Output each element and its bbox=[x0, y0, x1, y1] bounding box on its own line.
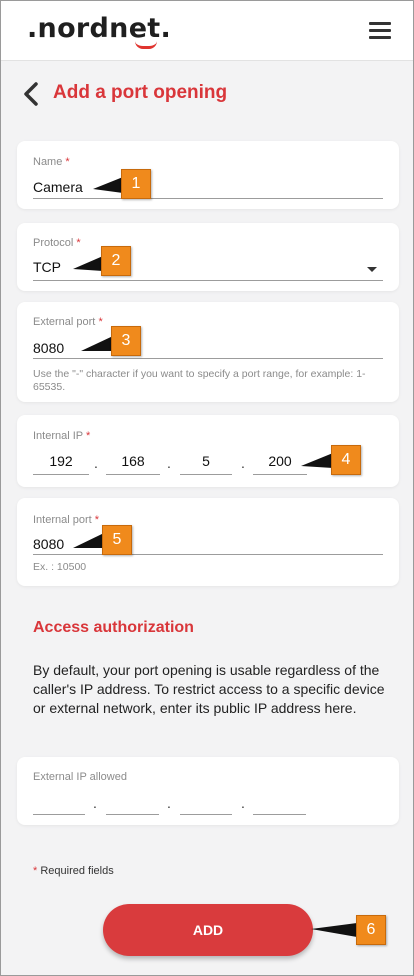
internal-ip-octet-2[interactable]: 168 bbox=[106, 453, 160, 475]
external-ip-octet-3[interactable] bbox=[180, 793, 232, 815]
internal-port-input[interactable]: 8080 bbox=[33, 536, 64, 552]
top-bar: .nordnet. bbox=[1, 1, 413, 61]
external-ip-octet-4[interactable] bbox=[253, 793, 306, 815]
external-port-hint: Use the "-" character if you want to spe… bbox=[33, 368, 366, 393]
internal-ip-octet-3[interactable]: 5 bbox=[180, 453, 232, 475]
caret-down-icon[interactable] bbox=[367, 267, 377, 272]
ip-separator: . bbox=[93, 795, 97, 811]
chevron-left-icon[interactable] bbox=[21, 81, 41, 107]
internal-ip-label: Internal IP * bbox=[33, 430, 91, 442]
page-title: Add a port opening bbox=[53, 82, 228, 103]
nordnet-logo[interactable]: .nordnet. bbox=[27, 13, 171, 49]
callout-badge: 3 bbox=[111, 326, 141, 356]
internal-port-underline bbox=[33, 554, 383, 555]
name-underline bbox=[33, 198, 383, 199]
name-input[interactable]: Camera bbox=[33, 179, 83, 195]
ip-separator: . bbox=[94, 455, 98, 471]
external-ip-card: External IP allowed . . . bbox=[17, 757, 399, 825]
internal-ip-octet-4[interactable]: 200 bbox=[253, 453, 307, 475]
protocol-card: Protocol * TCP bbox=[17, 223, 399, 291]
external-ip-label: External IP allowed bbox=[33, 771, 127, 783]
add-button[interactable]: ADD bbox=[103, 904, 313, 956]
protocol-label: Protocol * bbox=[33, 237, 81, 249]
internal-port-hint: Ex. : 10500 bbox=[33, 561, 87, 573]
name-label: Name * bbox=[33, 156, 70, 168]
name-card: Name * Camera bbox=[17, 141, 399, 209]
protocol-select[interactable]: TCP bbox=[33, 259, 61, 275]
access-authorization-title: Access authorization bbox=[33, 619, 194, 636]
internal-port-card: Internal port * 8080 Ex. : 10500 bbox=[17, 498, 399, 586]
internal-port-label: Internal port * bbox=[33, 514, 100, 526]
callout-badge: 2 bbox=[101, 246, 131, 276]
protocol-underline bbox=[33, 280, 383, 281]
required-fields-note: * Required fields bbox=[33, 865, 114, 877]
ip-separator: . bbox=[167, 455, 171, 471]
external-ip-octet-2[interactable] bbox=[106, 793, 159, 815]
external-port-label: External port * bbox=[33, 316, 103, 328]
access-authorization-description: By default, your port opening is usable … bbox=[33, 662, 385, 716]
external-ip-octet-1[interactable] bbox=[33, 793, 85, 815]
ip-separator: . bbox=[241, 795, 245, 811]
external-port-underline bbox=[33, 358, 383, 359]
callout-badge: 6 bbox=[356, 915, 386, 945]
callout-badge: 4 bbox=[331, 445, 361, 475]
ip-separator: . bbox=[167, 795, 171, 811]
callout-badge: 1 bbox=[121, 169, 151, 199]
external-port-card: External port * 8080 Use the "-" charact… bbox=[17, 302, 399, 402]
external-port-input[interactable]: 8080 bbox=[33, 340, 64, 356]
page-header: Add a port opening bbox=[21, 79, 401, 109]
hamburger-menu-icon[interactable] bbox=[369, 22, 391, 40]
internal-ip-octet-1[interactable]: 192 bbox=[33, 453, 89, 475]
logo-swoosh bbox=[135, 41, 157, 49]
callout-badge: 5 bbox=[102, 525, 132, 555]
ip-separator: . bbox=[241, 455, 245, 471]
